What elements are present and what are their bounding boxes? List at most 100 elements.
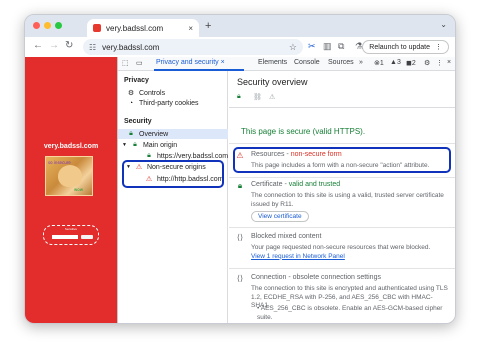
- issue-count: 2: [411, 60, 416, 67]
- security-overview: Security overview 🔒︎ ⛓ ⚠ This page is se…: [229, 71, 455, 323]
- tab-sources[interactable]: Sources: [328, 59, 354, 66]
- divider: [229, 268, 455, 269]
- divider: [229, 227, 455, 228]
- mixed-content-title: Blocked mixed content: [251, 233, 322, 240]
- address-bar[interactable]: ☷ very.badssl.com ☆: [83, 39, 303, 55]
- meme-text-2: wow: [74, 187, 83, 192]
- sidebar-item-label: Controls: [139, 89, 166, 97]
- error-counter[interactable]: ⊗1: [374, 59, 384, 67]
- translate-icon[interactable]: ▥: [323, 41, 332, 52]
- favicon-icon: [93, 24, 101, 32]
- tab-elements[interactable]: Elements: [258, 59, 287, 66]
- cookie-icon: ◔: [128, 100, 134, 107]
- minimize-window-button[interactable]: [44, 22, 51, 29]
- highlight-box-origins: [122, 160, 224, 188]
- issues-counter[interactable]: ◼2: [406, 59, 416, 67]
- sidebar-item-third-party-cookies[interactable]: ◔ Third-party cookies: [126, 100, 199, 107]
- settings-gear-icon[interactable]: ⚙: [424, 59, 430, 67]
- controls-gear-icon: ⚙: [127, 90, 135, 97]
- form-label: Sensitive: [64, 227, 78, 231]
- forward-icon[interactable]: →: [49, 40, 59, 51]
- new-tab-button[interactable]: +: [205, 20, 211, 32]
- back-icon[interactable]: ←: [33, 40, 43, 51]
- highlight-box-resources: [233, 147, 451, 173]
- devtools-tabbar: ⬚ ▭ Privacy and security × Elements Cons…: [118, 57, 455, 71]
- device-toolbar-icon[interactable]: ▭: [136, 59, 143, 67]
- sidebar-item-main-origin[interactable]: ▼ 🔒︎ Main origin: [122, 141, 177, 149]
- tab-title: very.badssl.com: [106, 23, 164, 33]
- security-sidebar: Privacy ⚙ Controls ◔ Third-party cookies…: [118, 71, 228, 323]
- certificate-heading: Certificate - valid and trusted: [251, 181, 341, 188]
- bookmark-star-icon[interactable]: ☆: [289, 42, 297, 53]
- sidebar-item-label: Main origin: [142, 141, 178, 149]
- privacy-heading: Privacy: [124, 77, 149, 84]
- tab-strip: very.badssl.com × + ⌄: [25, 15, 455, 37]
- sidebar-item-label: Third-party cookies: [139, 100, 199, 107]
- lock-icon: 🔒︎: [129, 130, 133, 137]
- lock-icon: 🔒︎: [237, 181, 243, 190]
- inspect-element-icon[interactable]: ⬚: [122, 59, 129, 67]
- zoom-window-button[interactable]: [55, 22, 62, 29]
- close-window-button[interactable]: [33, 22, 40, 29]
- browser-window: very.badssl.com × + ⌄ ← → ↻ ☷ very.badss…: [24, 14, 456, 324]
- network-panel-link[interactable]: View 1 request in Network Panel: [251, 253, 345, 260]
- browser-toolbar: ← → ↻ ☷ very.badssl.com ☆ ✂ ▥ ⧉ ⚗ Relaun…: [25, 37, 455, 57]
- connection-code-icon: ⟨⟩: [236, 274, 244, 283]
- sidebar-item-main-origin-url[interactable]: 🔒︎ https://very.badssl.com: [144, 152, 228, 160]
- expand-arrow-icon[interactable]: ▼: [122, 142, 127, 148]
- lock-icon: 🔒︎: [133, 141, 137, 148]
- devtools-close-icon[interactable]: ×: [447, 59, 451, 66]
- page-viewport: very.badssl.com so insecure wow Sensitiv…: [25, 57, 117, 323]
- sidebar-item-label: Overview: [139, 130, 169, 138]
- certificate-status: valid and trusted: [288, 181, 341, 188]
- mixed-content-item: ⟨⟩ Blocked mixed content Your page reque…: [235, 233, 455, 273]
- more-tabs-icon[interactable]: »: [359, 59, 363, 66]
- doge-meme-image: so insecure wow: [45, 156, 93, 196]
- divider: [229, 177, 455, 178]
- secure-lock-icon[interactable]: 🔒︎: [237, 93, 241, 101]
- mixed-content-description: Your page requested non-secure resources…: [251, 244, 451, 261]
- form-submit-button[interactable]: [81, 235, 93, 239]
- warning-count: 3: [396, 59, 401, 66]
- view-certificate-button[interactable]: View certificate: [251, 211, 309, 222]
- connection-bullet-text: AES_256_CBC is obsolete. Enable an AES-G…: [257, 305, 443, 321]
- site-title: very.badssl.com: [43, 143, 99, 150]
- certificate-label: Certificate: [251, 181, 283, 188]
- tab-privacy-security[interactable]: Privacy and security ×: [156, 59, 225, 66]
- connection-item: ⟨⟩ Connection - obsolete connection sett…: [235, 274, 455, 323]
- form-input[interactable]: [52, 235, 78, 239]
- warning-counter[interactable]: ▲3: [390, 59, 401, 66]
- extension-icon[interactable]: ✂: [308, 41, 316, 52]
- extensions-puzzle-icon[interactable]: ⧉: [338, 41, 344, 52]
- sidebar-item-controls[interactable]: ⚙ Controls: [126, 89, 166, 98]
- site-info-icon[interactable]: ☷: [89, 43, 96, 52]
- connection-bullet: • AES_256_CBC is obsolete. Enable an AES…: [257, 305, 443, 321]
- more-menu-icon[interactable]: ⋮: [435, 43, 442, 51]
- connection-title: Connection - obsolete connection setting…: [251, 274, 381, 281]
- sidebar-item-label: https://very.badssl.com: [157, 152, 229, 160]
- warning-filter-icon[interactable]: ⚠: [269, 93, 275, 101]
- overview-title: Security overview: [237, 77, 308, 87]
- tab-close-icon[interactable]: ×: [188, 24, 193, 33]
- overview-subtabs: 🔒︎ ⛓ ⚠: [237, 93, 297, 105]
- tab-console[interactable]: Console: [294, 59, 320, 66]
- reload-icon[interactable]: ↻: [65, 40, 73, 51]
- error-count: 1: [379, 60, 384, 67]
- subtab-divider: [229, 107, 455, 108]
- address-url[interactable]: very.badssl.com: [102, 43, 289, 52]
- sidebar-item-overview[interactable]: 🔒︎ Overview: [118, 129, 228, 139]
- insecure-form: Sensitive: [43, 225, 99, 245]
- page-secure-status: This page is secure (valid HTTPS).: [241, 127, 366, 136]
- relaunch-button[interactable]: Relaunch to update ⋮: [362, 40, 449, 54]
- devtools-menu-icon[interactable]: ⋮: [436, 59, 443, 67]
- security-heading: Security: [124, 118, 152, 125]
- mixed-content-text: Your page requested non-secure resources…: [251, 244, 431, 251]
- info-icon[interactable]: ⛓: [253, 93, 262, 101]
- relaunch-label: Relaunch to update: [369, 43, 430, 51]
- browser-tab[interactable]: very.badssl.com ×: [87, 19, 199, 37]
- tab-privacy-security-label: Privacy and security: [156, 59, 219, 66]
- divider: [229, 143, 455, 144]
- meme-text-1: so insecure: [48, 160, 71, 165]
- devtools-panel: ⬚ ▭ Privacy and security × Elements Cons…: [117, 57, 455, 323]
- tab-search-icon[interactable]: ⌄: [440, 20, 447, 29]
